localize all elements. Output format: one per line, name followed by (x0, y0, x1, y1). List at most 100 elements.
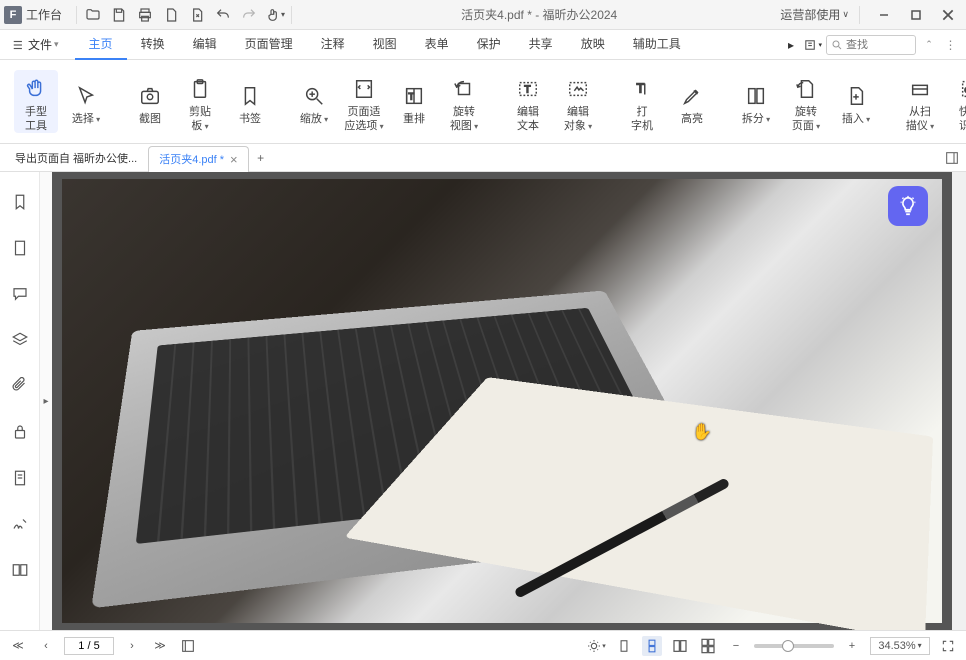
left-sidebar (0, 172, 40, 630)
zoom-out-button[interactable]: − (726, 636, 746, 656)
prev-page-button[interactable]: ‹ (36, 640, 56, 652)
zoom-button[interactable]: 缩放 (292, 77, 336, 126)
tab-view[interactable]: 视图 (359, 29, 411, 60)
minimize-button[interactable] (870, 3, 898, 27)
reading-mode-icon[interactable] (178, 636, 198, 656)
insert-button[interactable]: 插入 (834, 77, 878, 126)
zoom-in-button[interactable]: + (842, 636, 862, 656)
tab-annotate[interactable]: 注释 (307, 29, 359, 60)
export-doc-icon[interactable] (187, 5, 207, 25)
tab-page-manage[interactable]: 页面管理 (231, 29, 307, 60)
main-area: ✋ (0, 172, 966, 630)
split-icon (743, 83, 769, 109)
signature-panel-icon[interactable] (10, 514, 30, 534)
save-icon[interactable] (109, 5, 129, 25)
new-doc-icon[interactable] (161, 5, 181, 25)
reflow-button[interactable]: T重排 (392, 77, 436, 126)
quick-ocr-button[interactable]: OCR快速 识别 (948, 70, 966, 132)
doc-tab-2[interactable]: 活页夹4.pdf *× (148, 146, 248, 172)
touch-icon[interactable]: ▾ (265, 5, 285, 25)
highlight-button[interactable]: 高亮 (670, 77, 714, 126)
hand-tool-button[interactable]: 手型 工具 (14, 70, 58, 132)
search-input[interactable] (846, 39, 906, 51)
more-icon[interactable]: ⋮ (942, 36, 960, 54)
tab-home[interactable]: 主页 (75, 29, 127, 60)
doc-tab-1[interactable]: 导出页面自 福昕办公使... (4, 145, 148, 171)
bookmark-panel-icon[interactable] (10, 192, 30, 212)
clipboard-icon (187, 76, 213, 102)
print-icon[interactable] (135, 5, 155, 25)
attachments-panel-icon[interactable] (10, 376, 30, 396)
rotate-view-button[interactable]: 旋转 视图 (442, 70, 486, 132)
rotate-page-button[interactable]: 旋转 页面 (784, 70, 828, 132)
zoom-slider[interactable] (754, 644, 834, 648)
clipboard-button[interactable]: 剪贴 板 (178, 70, 222, 132)
screenshot-button[interactable]: 截图 (128, 77, 172, 126)
hand-cursor-icon: ✋ (692, 422, 712, 442)
edit-text-icon: T (515, 76, 541, 102)
typewriter-button[interactable]: T打 字机 (620, 70, 664, 132)
continuous-page-icon[interactable] (642, 636, 662, 656)
svg-text:T: T (637, 81, 645, 96)
two-page-icon[interactable] (670, 636, 690, 656)
tab-form[interactable]: 表单 (411, 29, 463, 60)
ribbon-tabs: 主页 转换 编辑 页面管理 注释 视图 表单 保护 共享 放映 辅助工具 (75, 29, 695, 60)
brightness-icon[interactable]: ▾ (586, 636, 606, 656)
scroll-right-icon[interactable]: ▸ (782, 36, 800, 54)
edit-object-icon (565, 76, 591, 102)
status-bar: ≪ ‹ › ≫ ▾ − + 34.53%▾ (0, 630, 966, 660)
pages-panel-icon[interactable] (10, 238, 30, 258)
close-tab-icon[interactable]: × (230, 152, 238, 167)
tab-convert[interactable]: 转换 (127, 29, 179, 60)
close-button[interactable] (934, 3, 962, 27)
edit-object-button[interactable]: 编辑 对象 (556, 70, 600, 132)
page-number-input[interactable] (64, 637, 114, 655)
collapse-ribbon-icon[interactable]: ⌃ (920, 36, 938, 54)
fit-page-button[interactable]: 页面适 应选项 (342, 70, 386, 132)
select-button[interactable]: 选择 (64, 77, 108, 126)
tips-button[interactable] (888, 186, 928, 226)
compare-panel-icon[interactable] (10, 560, 30, 580)
tab-edit[interactable]: 编辑 (179, 29, 231, 60)
comments-panel-icon[interactable] (10, 284, 30, 304)
edit-text-button[interactable]: T编辑 文本 (506, 70, 550, 132)
zoom-value[interactable]: 34.53%▾ (870, 637, 930, 655)
two-page-continuous-icon[interactable] (698, 636, 718, 656)
document-viewport[interactable]: ✋ (52, 172, 952, 630)
split-button[interactable]: 拆分 (734, 77, 778, 126)
bookmark-button[interactable]: 书签 (228, 77, 272, 126)
security-panel-icon[interactable] (10, 422, 30, 442)
window-title: 活页夹4.pdf * - 福昕办公2024 (298, 6, 780, 23)
from-scanner-button[interactable]: 从扫 描仪 (898, 70, 942, 132)
search-box[interactable] (826, 35, 916, 55)
fit-page-icon (351, 76, 377, 102)
tab-accessibility[interactable]: 辅助工具 (619, 29, 695, 60)
next-page-button[interactable]: › (122, 640, 142, 652)
title-bar: F 工作台 ▾ 活页夹4.pdf * - 福昕办公2024 运营部使用∨ (0, 0, 966, 30)
tab-protect[interactable]: 保护 (463, 29, 515, 60)
redo-icon[interactable] (239, 5, 259, 25)
tab-share[interactable]: 共享 (515, 29, 567, 60)
typewriter-icon: T (629, 76, 655, 102)
layers-panel-icon[interactable] (10, 330, 30, 350)
file-menu[interactable]: 文件 ▾ (6, 34, 65, 55)
workspace-label[interactable]: 工作台 (26, 6, 62, 23)
form-panel-icon[interactable] (10, 468, 30, 488)
maximize-button[interactable] (902, 3, 930, 27)
vertical-scrollbar[interactable] (952, 172, 966, 630)
camera-icon (137, 83, 163, 109)
panel-toggle-icon[interactable] (942, 148, 962, 168)
add-tab-button[interactable]: + (249, 151, 273, 165)
first-page-button[interactable]: ≪ (8, 639, 28, 652)
tab-slideshow[interactable]: 放映 (567, 29, 619, 60)
rotate-icon (451, 76, 477, 102)
single-page-icon[interactable] (614, 636, 634, 656)
sidebar-expander[interactable] (40, 172, 52, 630)
rotate-page-icon (793, 76, 819, 102)
ribbon-options-icon[interactable]: ▾ (804, 36, 822, 54)
usage-dropdown[interactable]: 运营部使用∨ (780, 6, 849, 23)
fullscreen-button[interactable] (938, 636, 958, 656)
last-page-button[interactable]: ≫ (150, 639, 170, 652)
open-icon[interactable] (83, 5, 103, 25)
undo-icon[interactable] (213, 5, 233, 25)
